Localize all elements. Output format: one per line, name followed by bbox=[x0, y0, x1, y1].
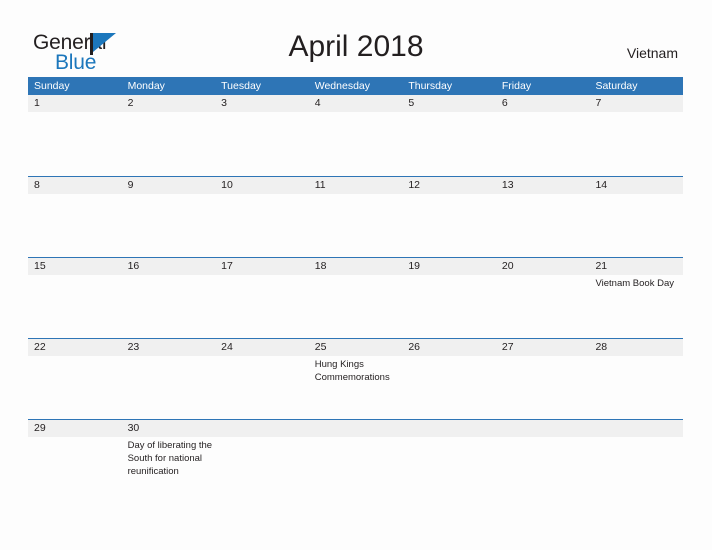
calendar-day-cell[interactable]: 27 bbox=[496, 339, 590, 419]
calendar-day-cell[interactable]: 1 bbox=[28, 95, 122, 176]
calendar-day-cell[interactable]: 23 bbox=[122, 339, 216, 419]
calendar-day-cell[interactable]: 8 bbox=[28, 177, 122, 257]
calendar-page: General Blue April 2018 Vietnam Sunday M… bbox=[0, 0, 712, 550]
calendar-day-cell[interactable]: 17 bbox=[215, 258, 309, 338]
day-number: 7 bbox=[595, 97, 602, 109]
day-number: 18 bbox=[314, 260, 327, 272]
day-number: 12 bbox=[408, 179, 420, 191]
calendar-week-row: 22 23 24 25 Hung Kings Commemorations 26 27 28 bbox=[28, 338, 683, 419]
calendar-day-cell[interactable]: 2 bbox=[122, 95, 216, 176]
page-title: April 2018 bbox=[288, 30, 424, 63]
day-number: 5 bbox=[408, 97, 415, 109]
calendar-day-cell[interactable]: 24 bbox=[215, 339, 309, 419]
day-number: 4 bbox=[314, 97, 321, 109]
weekday-header-wednesday: Wednesday bbox=[314, 80, 370, 92]
page-header: General Blue April 2018 Vietnam bbox=[0, 0, 712, 76]
day-number: 28 bbox=[595, 341, 608, 353]
day-events: Hung Kings Commemorations bbox=[315, 356, 400, 384]
calendar-week-row: 29 30 Day of liberating the South for nati… bbox=[28, 419, 683, 500]
day-number: 8 bbox=[34, 179, 40, 191]
calendar-day-cell[interactable]: 12 bbox=[402, 177, 496, 257]
calendar-day-cell[interactable]: 7 bbox=[589, 95, 683, 176]
day-number: 15 bbox=[34, 260, 46, 272]
calendar-day-cell-empty bbox=[309, 420, 403, 500]
day-number: 19 bbox=[408, 260, 420, 272]
weekday-header-tuesday: Tuesday bbox=[221, 80, 262, 92]
day-number: 16 bbox=[127, 260, 140, 272]
calendar-day-cell-empty bbox=[402, 420, 496, 500]
calendar-day-cell-empty bbox=[215, 420, 309, 500]
calendar-day-cell[interactable]: 25 Hung Kings Commemorations bbox=[309, 339, 403, 419]
holiday-event-label: Vietnam Book Day bbox=[595, 278, 674, 289]
calendar-day-cell[interactable]: 30 Day of liberating the South for nation… bbox=[122, 420, 216, 500]
calendar-day-cell[interactable]: 20 bbox=[496, 258, 590, 338]
calendar-week-row: 1 2 3 4 5 6 7 bbox=[28, 95, 683, 176]
day-number: 30 bbox=[127, 422, 140, 434]
day-number: 25 bbox=[314, 341, 327, 353]
calendar-day-cell[interactable]: 18 bbox=[309, 258, 403, 338]
calendar-day-cell-empty bbox=[589, 420, 683, 500]
day-events: Day of liberating the South for national… bbox=[128, 437, 213, 478]
day-number: 10 bbox=[221, 179, 233, 191]
calendar-day-cell[interactable]: 14 bbox=[589, 177, 683, 257]
calendar-day-cell[interactable]: 3 bbox=[215, 95, 309, 176]
day-number: 23 bbox=[127, 341, 140, 353]
calendar-weeks: 1 2 3 4 5 6 7 8 9 10 11 12 13 14 15 16 17 18 19 20 21 Vietnam… bbox=[28, 95, 683, 500]
day-number: 20 bbox=[501, 260, 514, 272]
calendar-day-cell[interactable]: 9 bbox=[122, 177, 216, 257]
calendar-week-row: 15 16 17 18 19 20 21 Vietnam Book Day bbox=[28, 257, 683, 338]
calendar-day-cell[interactable]: 6 bbox=[496, 95, 590, 176]
calendar-day-cell[interactable]: 10 bbox=[215, 177, 309, 257]
day-number: 26 bbox=[408, 341, 420, 353]
day-number: 21 bbox=[595, 260, 608, 272]
calendar-day-cell[interactable]: 26 bbox=[402, 339, 496, 419]
day-number: 22 bbox=[34, 341, 46, 353]
day-number: 17 bbox=[221, 260, 233, 272]
calendar-day-cell[interactable]: 19 bbox=[402, 258, 496, 338]
calendar-day-cell[interactable]: 22 bbox=[28, 339, 122, 419]
country-label: Vietnam bbox=[626, 45, 678, 61]
calendar-day-cell[interactable]: 13 bbox=[496, 177, 590, 257]
weekday-header-sunday: Sunday bbox=[34, 80, 70, 92]
calendar-day-cell-empty bbox=[496, 420, 590, 500]
calendar-day-cell[interactable]: 15 bbox=[28, 258, 122, 338]
day-number: 6 bbox=[501, 97, 508, 109]
calendar-day-cell[interactable]: 4 bbox=[309, 95, 403, 176]
day-number: 14 bbox=[595, 179, 608, 191]
day-number: 29 bbox=[34, 422, 46, 434]
day-number: 27 bbox=[501, 341, 514, 353]
calendar-day-cell[interactable]: 16 bbox=[122, 258, 216, 338]
calendar-day-cell[interactable]: 21 Vietnam Book Day bbox=[589, 258, 683, 338]
day-number bbox=[502, 420, 587, 437]
day-number bbox=[221, 420, 306, 437]
day-number: 13 bbox=[501, 179, 514, 191]
day-number: 11 bbox=[314, 179, 326, 191]
holiday-event-label: Hung Kings Commemorations bbox=[314, 359, 390, 383]
calendar-day-cell[interactable]: 28 bbox=[589, 339, 683, 419]
day-number: 9 bbox=[127, 179, 134, 191]
calendar-week-row: 8 9 10 11 12 13 14 bbox=[28, 176, 683, 257]
day-number: 24 bbox=[221, 341, 233, 353]
day-number bbox=[315, 420, 400, 437]
day-number: 2 bbox=[127, 97, 134, 109]
weekday-header-thursday: Thursday bbox=[408, 80, 453, 92]
holiday-event-label: Day of liberating the South for national… bbox=[127, 440, 213, 477]
day-number bbox=[595, 420, 680, 437]
day-number bbox=[408, 420, 493, 437]
day-number: 1 bbox=[34, 97, 40, 109]
weekday-header-saturday: Saturday bbox=[595, 80, 638, 92]
calendar-grid: Sunday Monday Tuesday Wednesday Thursday… bbox=[28, 77, 683, 500]
calendar-day-cell[interactable]: 29 bbox=[28, 420, 122, 500]
calendar-day-cell[interactable]: 11 bbox=[309, 177, 403, 257]
calendar-day-cell[interactable]: 5 bbox=[402, 95, 496, 176]
day-number: 3 bbox=[221, 97, 227, 109]
weekday-header-monday: Monday bbox=[127, 80, 165, 92]
weekday-header-row: Sunday Monday Tuesday Wednesday Thursday… bbox=[28, 77, 683, 95]
weekday-header-friday: Friday bbox=[501, 80, 532, 92]
day-events: Vietnam Book Day bbox=[595, 275, 680, 290]
